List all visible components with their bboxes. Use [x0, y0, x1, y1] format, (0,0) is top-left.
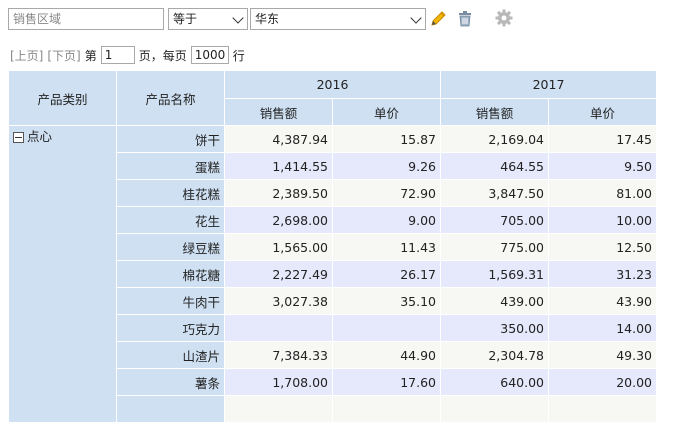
value-cell: 15.87 [332, 125, 441, 153]
value-cell: 2,227.49 [224, 260, 333, 288]
value-cell [548, 395, 657, 423]
header-measure: 单价 [548, 98, 657, 126]
value-cell: 9.00 [332, 206, 441, 234]
value-cell: 439.00 [440, 287, 549, 315]
value-cell: 10.00 [548, 206, 657, 234]
value-cell: 72.90 [332, 179, 441, 207]
value-cell: 705.00 [440, 206, 549, 234]
product-name: 饼干 [116, 125, 225, 153]
chevron-down-icon [232, 12, 244, 24]
value-cell: 17.60 [332, 368, 441, 396]
value-cell: 26.17 [332, 260, 441, 288]
value-cell: 775.00 [440, 233, 549, 261]
value-cell: 31.23 [548, 260, 657, 288]
header-name: 产品名称 [116, 70, 225, 126]
page-prefix-label: 第 [84, 48, 97, 63]
value-cell [224, 314, 333, 342]
filter-value-select[interactable]: 华东 [250, 8, 426, 30]
value-cell: 43.90 [548, 287, 657, 315]
category-cell: 点心 [8, 125, 117, 423]
pager: [上页] [下页] 第 1 页，每页 1000 行 [10, 44, 245, 66]
value-cell: 350.00 [440, 314, 549, 342]
value-cell: 3,847.50 [440, 179, 549, 207]
value-cell: 464.55 [440, 152, 549, 180]
product-name: 薯条 [116, 368, 225, 396]
next-page-link[interactable]: [下页] [47, 47, 80, 64]
filter-value: 华东 [255, 12, 280, 26]
header-category: 产品类别 [8, 70, 117, 126]
header-year: 2017 [440, 70, 657, 99]
header-measure: 销售额 [224, 98, 333, 126]
prev-page-link[interactable]: [上页] [10, 47, 43, 64]
settings-button[interactable] [494, 8, 514, 30]
value-cell: 49.30 [548, 341, 657, 369]
product-name: 桂花糕 [116, 179, 225, 207]
product-name: 山渣片 [116, 341, 225, 369]
product-name [116, 395, 225, 423]
value-cell: 7,384.33 [224, 341, 333, 369]
value-cell: 640.00 [440, 368, 549, 396]
value-cell: 3,027.38 [224, 287, 333, 315]
value-cell [332, 314, 441, 342]
delete-button[interactable] [455, 8, 475, 30]
value-cell: 2,169.04 [440, 125, 549, 153]
value-cell: 81.00 [548, 179, 657, 207]
chevron-down-icon [410, 12, 422, 24]
value-cell: 14.00 [548, 314, 657, 342]
product-name: 绿豆糕 [116, 233, 225, 261]
header-measure: 销售额 [440, 98, 549, 126]
value-cell [440, 395, 549, 423]
filter-bar: 销售区域 等于 华东 [0, 0, 676, 40]
rows-suffix-label: 行 [232, 48, 245, 63]
page-size-input[interactable]: 1000 [190, 46, 229, 64]
edit-button[interactable] [428, 8, 448, 30]
pencil-icon [431, 11, 446, 26]
category-label: 点心 [27, 129, 53, 144]
product-name: 棉花糖 [116, 260, 225, 288]
operator-value: 等于 [173, 12, 198, 26]
value-cell: 1,569.31 [440, 260, 549, 288]
value-cell: 17.45 [548, 125, 657, 153]
value-cell: 44.90 [332, 341, 441, 369]
page-number-input[interactable]: 1 [100, 46, 135, 64]
pivot-table: 产品类别 产品名称 2016 2017 销售额 单价 销售额 单价 点心 饼干 … [8, 70, 657, 423]
value-cell: 12.50 [548, 233, 657, 261]
page-suffix-label: 页，每页 [138, 48, 187, 63]
collapse-icon[interactable] [13, 132, 24, 143]
value-cell: 2,698.00 [224, 206, 333, 234]
value-cell [332, 395, 441, 423]
trash-icon [459, 11, 471, 27]
header-measure: 单价 [332, 98, 441, 126]
value-cell: 1,565.00 [224, 233, 333, 261]
product-name: 巧克力 [116, 314, 225, 342]
value-cell: 2,389.50 [224, 179, 333, 207]
value-cell: 35.10 [332, 287, 441, 315]
value-cell: 1,414.55 [224, 152, 333, 180]
filter-field-input[interactable]: 销售区域 [8, 8, 164, 30]
value-cell: 20.00 [548, 368, 657, 396]
value-cell: 4,387.94 [224, 125, 333, 153]
value-cell: 11.43 [332, 233, 441, 261]
value-cell: 9.26 [332, 152, 441, 180]
product-name: 蛋糕 [116, 152, 225, 180]
operator-select[interactable]: 等于 [168, 8, 248, 30]
product-name: 花生 [116, 206, 225, 234]
header-year: 2016 [224, 70, 441, 99]
product-name: 牛肉干 [116, 287, 225, 315]
gear-icon [495, 9, 513, 27]
value-cell [224, 395, 333, 423]
value-cell: 9.50 [548, 152, 657, 180]
value-cell: 1,708.00 [224, 368, 333, 396]
table-row: 点心 饼干 4,387.94 15.87 2,169.04 17.45 [8, 125, 657, 423]
value-cell: 2,304.78 [440, 341, 549, 369]
